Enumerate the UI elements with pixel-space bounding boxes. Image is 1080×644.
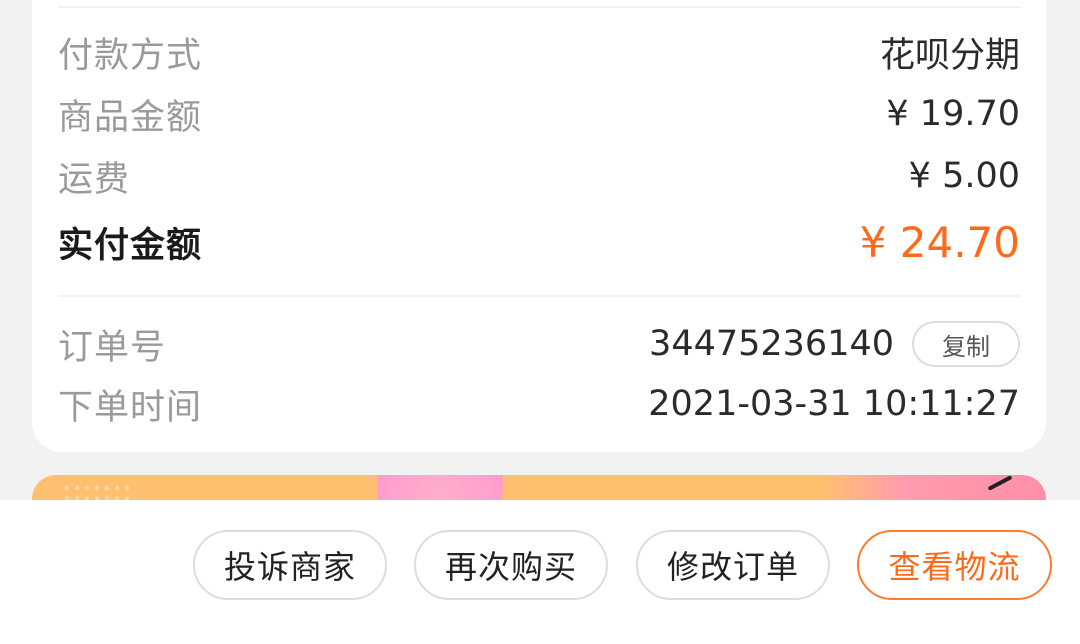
- order-number-value: 34475236140: [649, 324, 894, 364]
- view-logistics-button[interactable]: 查看物流: [857, 530, 1052, 600]
- order-time-label: 下单时间: [58, 387, 203, 428]
- goods-amount-row: 商品金额 ¥ 19.70: [58, 90, 1020, 138]
- payment-method-row: 付款方式 花呗分期: [58, 28, 1020, 76]
- order-time-row: 下单时间 2021-03-31 10:11:27: [58, 380, 1020, 428]
- shipping-fee-value: ¥ 5.00: [908, 156, 1020, 196]
- complain-merchant-button[interactable]: 投诉商家: [193, 530, 387, 600]
- actual-paid-row: 实付金额 ¥ 24.70: [58, 214, 1020, 270]
- goods-amount-label: 商品金额: [58, 97, 203, 138]
- buy-again-button[interactable]: 再次购买: [414, 530, 608, 600]
- shipping-fee-label: 运费: [58, 159, 131, 200]
- modify-order-button[interactable]: 修改订单: [636, 530, 830, 600]
- section-divider: [58, 295, 1020, 297]
- order-number-group: 34475236140 复制: [649, 321, 1020, 367]
- shipping-fee-row: 运费 ¥ 5.00: [58, 152, 1020, 200]
- actual-paid-value: ¥ 24.70: [859, 217, 1020, 267]
- order-number-row: 订单号 34475236140 复制: [58, 318, 1020, 370]
- payment-method-value: 花呗分期: [879, 35, 1020, 76]
- goods-amount-value: ¥ 19.70: [886, 94, 1020, 134]
- top-divider: [58, 6, 1020, 8]
- order-time-value: 2021-03-31 10:11:27: [648, 384, 1020, 424]
- banner-stroke-decoration: [987, 475, 1013, 491]
- actual-paid-label: 实付金额: [58, 225, 203, 266]
- order-number-label: 订单号: [58, 327, 167, 368]
- copy-button[interactable]: 复制: [912, 321, 1020, 367]
- payment-method-label: 付款方式: [58, 35, 203, 76]
